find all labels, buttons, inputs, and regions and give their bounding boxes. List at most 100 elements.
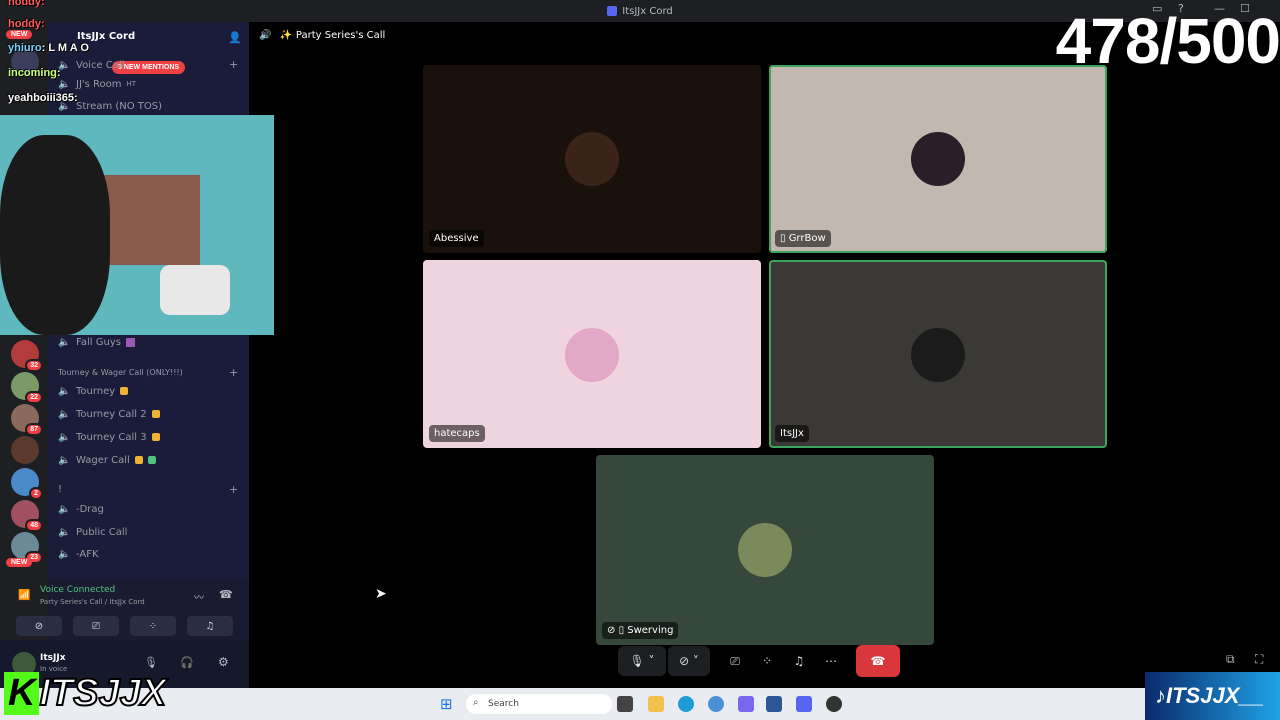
tiktok-brand-logo: ♪ ITSJJX__ xyxy=(1145,672,1280,720)
server-icon-7[interactable]: 23 xyxy=(11,532,43,564)
server-icon-2[interactable]: 22 xyxy=(11,372,43,404)
activities-icon: ⁘ xyxy=(761,654,773,668)
headphones-icon[interactable]: 🎧 xyxy=(180,656,194,669)
app-icon-obs[interactable] xyxy=(826,696,842,712)
server-badge: 87 xyxy=(25,423,43,436)
lock-icon xyxy=(151,410,160,418)
activities-icon: ⁘ xyxy=(148,620,158,632)
channel-jjs-room[interactable]: 🔈 JJ's Room HT xyxy=(58,75,136,93)
taskbar-search[interactable]: ⌕ Search xyxy=(466,694,612,714)
server-icon-1[interactable]: 32 xyxy=(11,340,43,372)
participant-tile-grrbow[interactable]: ▯ GrrBow xyxy=(769,65,1107,253)
server-icon-5[interactable]: 2 xyxy=(11,468,43,500)
camera-off-button[interactable]: ⊘ xyxy=(16,616,62,636)
server-name[interactable]: ItsJJx Cord xyxy=(77,31,135,42)
participant-avatar xyxy=(911,328,965,382)
server-badge: 22 xyxy=(25,391,43,404)
camera-off-icon: ⊘ xyxy=(34,620,44,632)
activities-button[interactable]: ⁘ xyxy=(130,616,176,636)
microphone-icon[interactable]: 🎙 xyxy=(144,656,158,669)
settings-gear-icon[interactable]: ⚙ xyxy=(218,655,229,669)
channel-public-call[interactable]: 🔈 Public Call xyxy=(58,523,127,541)
hang-up-icon: ☎ xyxy=(870,654,886,668)
more-icon: ⋯ xyxy=(825,654,837,668)
new-unread-pill-top[interactable]: NEW xyxy=(6,30,33,39)
server-icon-3[interactable]: 87 xyxy=(11,404,43,436)
voice-status[interactable]: Voice Connected xyxy=(40,585,115,595)
discord-taskbar-icon[interactable] xyxy=(796,696,812,712)
speaker-icon: 🔊 xyxy=(259,30,272,41)
activities-control[interactable]: ⁘ xyxy=(756,646,778,676)
mouse-cursor-icon: ➤ xyxy=(375,586,387,602)
speaker-icon: 🔈 xyxy=(58,526,71,538)
webcam-bedding xyxy=(160,265,230,315)
participant-name: hatecaps xyxy=(429,425,485,442)
app-icon-purple[interactable] xyxy=(738,696,754,712)
lock-icon xyxy=(120,387,129,395)
more-options-control[interactable]: ⋯ xyxy=(820,646,842,676)
speaker-icon: 🔈 xyxy=(58,408,71,420)
screen-share-icon: ⎚ xyxy=(92,620,100,632)
lock-icon xyxy=(151,433,160,441)
participant-name: ⊘ ▯ Swerving xyxy=(602,622,679,639)
chat-message: yhiuro: L M A O xyxy=(8,42,89,54)
speaker-icon: 🔈 xyxy=(58,431,71,443)
discord-app-icon xyxy=(607,6,618,16)
new-unread-pill-bottom[interactable]: NEW xyxy=(6,558,33,567)
moneybag-icon xyxy=(134,456,143,464)
chat-message: yeahboiii365: xyxy=(8,92,78,104)
channel-voice-call[interactable]: 🔈 Voice Call xyxy=(58,56,124,74)
app-icon-globe[interactable] xyxy=(708,696,724,712)
create-channel-icon[interactable]: + xyxy=(229,366,238,379)
participant-name: ▯ GrrBow xyxy=(775,230,831,247)
chat-message: incoming: xyxy=(8,67,61,79)
category-tourney[interactable]: Tourney & Wager Call (ONLY!!!) xyxy=(58,368,183,377)
windows-start-icon[interactable]: ⊞ xyxy=(440,695,453,713)
channel-tourney[interactable]: 🔈 Tourney xyxy=(58,382,129,400)
participant-name: ItsJJx xyxy=(775,425,809,442)
participant-tile-swerving[interactable]: ⊘ ▯ Swerving xyxy=(596,455,934,645)
disconnect-icon[interactable]: ☎ xyxy=(219,588,233,601)
category-misc[interactable]: ! xyxy=(58,484,62,495)
channel-wager-call[interactable]: 🔈 Wager Call xyxy=(58,451,156,469)
channel-afk[interactable]: 🔈 -AFK xyxy=(58,545,99,563)
server-icon-4[interactable] xyxy=(11,436,39,464)
microphone-control[interactable]: 🎙 ˅ xyxy=(618,646,666,676)
speaker-icon: 🔈 xyxy=(58,454,71,466)
edge-icon[interactable] xyxy=(678,696,694,712)
leave-call-button[interactable]: ☎ xyxy=(856,645,900,677)
soundboard-control[interactable]: ♫ xyxy=(788,646,810,676)
file-explorer-icon[interactable] xyxy=(648,696,664,712)
camera-control[interactable]: ⊘ ˅ xyxy=(668,646,710,676)
server-icon-6[interactable]: 48 xyxy=(11,500,43,532)
signal-icon[interactable]: 📶 xyxy=(18,590,30,601)
channel-tourney-call-3[interactable]: 🔈 Tourney Call 3 xyxy=(58,428,160,446)
soundboard-icon: ♫ xyxy=(793,654,805,668)
add-member-icon[interactable]: 👤 xyxy=(228,31,242,44)
screen-share-control[interactable]: ⎚ xyxy=(724,646,746,676)
soundboard-button[interactable]: ♫ xyxy=(187,616,233,636)
store-icon[interactable] xyxy=(766,696,782,712)
call-header: 🔊 ✨ Party Series's Call xyxy=(259,30,385,41)
screen-share-button[interactable]: ⎚ xyxy=(73,616,119,636)
fullscreen-icon[interactable]: ⛶ xyxy=(1255,652,1263,667)
screen-share-icon: ⎚ xyxy=(730,653,740,668)
participant-avatar xyxy=(565,132,619,186)
create-channel-icon[interactable]: + xyxy=(229,58,238,71)
participant-tile-abessive[interactable]: Abessive xyxy=(423,65,761,253)
participant-avatar xyxy=(738,523,792,577)
voice-location: Party Series's Call / ItsJJx Cord xyxy=(40,598,145,606)
channel-tourney-call-2[interactable]: 🔈 Tourney Call 2 xyxy=(58,405,160,423)
participant-tile-itsjjx[interactable]: ItsJJx xyxy=(769,260,1107,448)
participant-tile-hatecaps[interactable]: hatecaps xyxy=(423,260,761,448)
noise-suppression-icon[interactable]: 〰 xyxy=(194,589,204,604)
channel-drag[interactable]: 🔈 -Drag xyxy=(58,500,104,518)
chat-message: hoddy: xyxy=(8,0,45,8)
tiktok-icon: ♪ xyxy=(1155,683,1166,708)
task-view-icon[interactable] xyxy=(617,696,633,712)
channel-fall-guys[interactable]: 🔈 Fall Guys xyxy=(58,333,135,351)
popout-icon[interactable]: ⧉ xyxy=(1226,652,1235,667)
create-channel-icon[interactable]: + xyxy=(229,483,238,496)
user-name[interactable]: ItsJJx xyxy=(40,653,66,663)
kick-logo-icon: K xyxy=(4,672,40,715)
